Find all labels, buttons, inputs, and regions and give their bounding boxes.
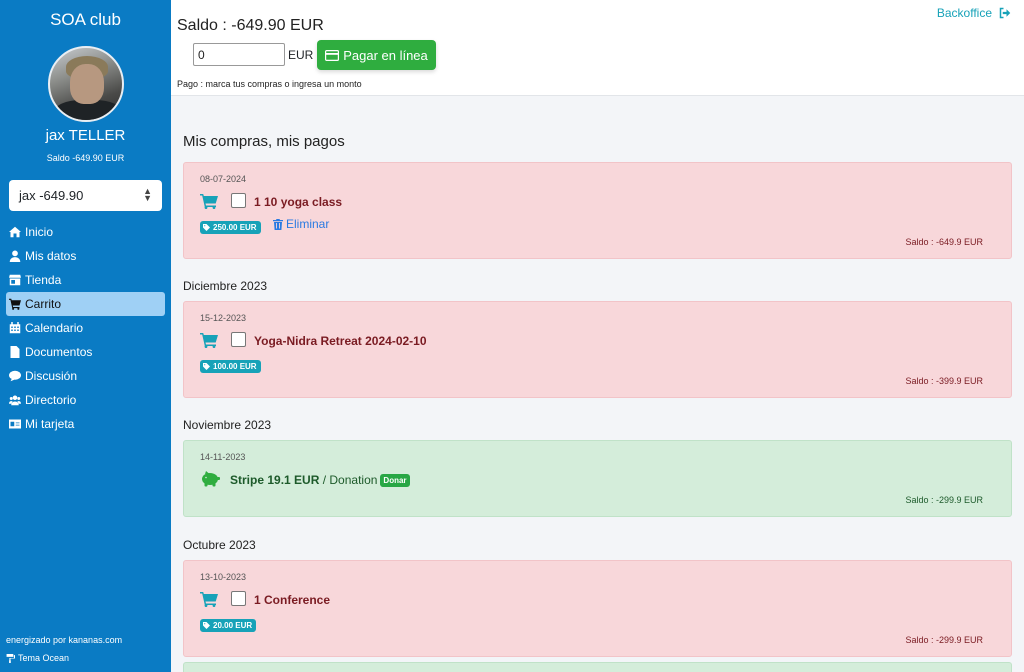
sidebar-item-label: Tienda: [25, 273, 62, 287]
payment-hint: Pago : marca tus compras o ingresa un mo…: [177, 79, 362, 89]
sidebar-item-mi-tarjeta[interactable]: Mi tarjeta: [6, 412, 165, 436]
price-label: 250.00 EUR: [213, 223, 257, 232]
tag-icon: [203, 363, 210, 370]
avatar[interactable]: [48, 46, 124, 122]
backoffice-link[interactable]: Backoffice: [937, 6, 1011, 20]
sidebar-item-label: Mi tarjeta: [25, 417, 75, 431]
item-title: 1 10 yoga class: [254, 195, 343, 209]
entry-saldo: Saldo : -299.9 EUR: [905, 635, 983, 645]
trash-icon: [273, 218, 283, 230]
select-arrows-icon: ▲ ▼: [143, 186, 152, 203]
piggy-bank-icon: [202, 471, 220, 487]
sidebar-item-label: Discusión: [25, 369, 78, 383]
entry-date: 15-12-2023: [200, 313, 247, 323]
purchase-card: 13-10-2023 1 Conference 20.00 EUR Saldo …: [183, 560, 1012, 657]
sidebar-item-label: Directorio: [25, 393, 77, 407]
sidebar-nav: Inicio Mis datos Tienda Carrito Calendar…: [6, 220, 165, 436]
purchase-card: 08-07-2024 1 10 yoga class 250.00 EUR El…: [183, 162, 1012, 259]
entry-saldo: Saldo : -399.9 EUR: [905, 376, 983, 386]
entry-date: 14-11-2023: [200, 452, 246, 462]
cart-icon: [200, 592, 218, 607]
saldo-title: Saldo : -649.90 EUR: [177, 17, 324, 34]
user-name: jax TELLER: [45, 127, 126, 144]
select-checkbox[interactable]: [231, 193, 246, 208]
sidebar-item-tienda[interactable]: Tienda: [6, 268, 165, 292]
entry-date: 08-07-2024: [200, 174, 247, 184]
price-badge: 20.00 EUR: [200, 619, 257, 632]
sidebar-item-inicio[interactable]: Inicio: [6, 220, 165, 244]
currency-label: EUR: [288, 48, 314, 62]
price-label: 100.00 EUR: [213, 362, 257, 371]
payment-card: 14-11-2023 Stripe 19.1 EUR / Donation Do…: [183, 440, 1012, 517]
pay-online-button[interactable]: Pagar en línea: [317, 40, 436, 70]
store-icon: [9, 274, 21, 286]
sidebar-item-label: Mis datos: [25, 249, 77, 263]
sidebar-item-mis-datos[interactable]: Mis datos: [6, 244, 165, 268]
purchases-main: Mis compras, mis pagos 08-07-2024 1 10 y…: [171, 96, 1024, 672]
file-icon: [10, 346, 20, 358]
select-checkbox[interactable]: [231, 332, 246, 347]
entry-saldo: Saldo : -299.9 EUR: [905, 495, 983, 505]
brand-title[interactable]: SOA club: [0, 10, 171, 30]
pay-online-label: Pagar en línea: [343, 47, 428, 63]
sidebar-item-label: Documentos: [25, 345, 93, 359]
id-card-icon: [9, 419, 21, 429]
powered-by-link[interactable]: energizado por kananas.com: [6, 635, 122, 645]
paint-roller-icon: [6, 653, 15, 663]
price-label: 20.00 EUR: [213, 621, 253, 630]
entry-date: 13-10-2023: [200, 572, 247, 582]
entry-saldo: Saldo : -649.9 EUR: [905, 237, 983, 247]
cart-icon: [200, 333, 218, 348]
tag-icon: [203, 224, 210, 231]
price-badge: 250.00 EUR: [200, 221, 261, 234]
sidebar: SOA club jax TELLER Saldo -649.90 EUR ja…: [0, 0, 171, 672]
backoffice-label: Backoffice: [936, 6, 992, 20]
price-badge: 100.00 EUR: [200, 360, 261, 373]
purchase-card: 15-12-2023 Yoga-Nidra Retreat 2024-02-10…: [183, 301, 1012, 398]
month-heading: Octubre 2023: [183, 538, 256, 552]
users-icon: [9, 395, 21, 406]
amount-input[interactable]: [193, 43, 285, 66]
tag-icon: [203, 622, 210, 629]
item-title: Yoga-Nidra Retreat 2024-02-10: [254, 334, 427, 348]
payment-header: Saldo : -649.90 EUR EUR Pagar en línea P…: [171, 0, 1024, 96]
stripe-amount: Stripe 19.1 EUR: [230, 473, 320, 487]
sidebar-item-directorio[interactable]: Directorio: [6, 388, 165, 412]
sidebar-item-discusion[interactable]: Discusión: [6, 364, 165, 388]
payment-line: Stripe 19.1 EUR / Donation Donar: [230, 473, 410, 487]
sidebar-item-label: Carrito: [25, 297, 62, 311]
sidebar-item-documentos[interactable]: Documentos: [6, 340, 165, 364]
month-heading: Diciembre 2023: [183, 279, 268, 293]
account-select-value: jax -649.90: [19, 188, 84, 203]
user-icon: [9, 250, 21, 262]
select-checkbox[interactable]: [231, 591, 246, 606]
sidebar-item-label: Calendario: [25, 321, 84, 335]
month-heading: Noviembre 2023: [183, 418, 272, 432]
sidebar-item-label: Inicio: [25, 225, 54, 239]
sign-out-icon: [999, 7, 1011, 19]
account-select[interactable]: jax -649.90 ▲ ▼: [9, 180, 162, 211]
cart-icon: [9, 298, 21, 310]
credit-card-icon: [325, 49, 340, 61]
cart-icon: [200, 194, 218, 209]
sidebar-item-carrito[interactable]: Carrito: [6, 292, 165, 316]
theme-link[interactable]: Tema Ocean: [6, 653, 69, 663]
theme-label: Tema Ocean: [18, 653, 70, 663]
item-title: 1 Conference: [254, 593, 331, 607]
user-saldo: Saldo -649.90 EUR: [46, 153, 125, 163]
delete-label: Eliminar: [286, 217, 330, 231]
payment-kind: / Donation: [319, 473, 378, 487]
section-title: Mis compras, mis pagos: [183, 133, 345, 150]
sidebar-item-calendario[interactable]: Calendario: [6, 316, 165, 340]
donar-badge: Donar: [380, 473, 410, 487]
delete-link[interactable]: Eliminar: [273, 217, 329, 231]
home-icon: [9, 226, 21, 238]
calendar-icon: [9, 322, 21, 334]
payment-card-partial: [183, 662, 1012, 672]
chat-icon: [9, 370, 21, 382]
